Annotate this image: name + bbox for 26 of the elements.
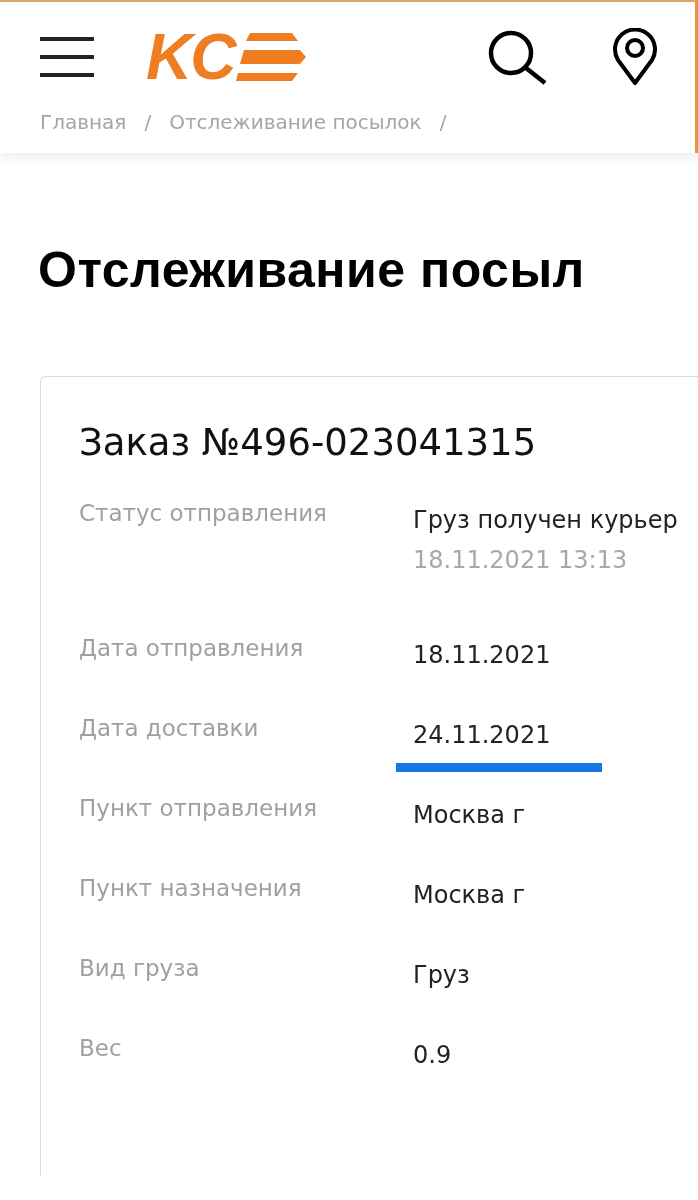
logo-stripes-icon bbox=[236, 33, 307, 81]
search-icon[interactable] bbox=[487, 29, 547, 85]
field-label: Статус отправления bbox=[79, 500, 328, 526]
field-value: 18.11.2021 bbox=[413, 640, 551, 669]
field-label: Пункт назначения bbox=[79, 875, 303, 901]
breadcrumb-separator: / bbox=[439, 110, 447, 134]
breadcrumb-separator: / bbox=[144, 110, 152, 134]
field-label: Дата отправления bbox=[79, 635, 305, 661]
field-label: Пункт отправления bbox=[79, 795, 318, 821]
field-value: Москва г bbox=[413, 800, 526, 829]
status-timestamp: 18.11.2021 13:13 bbox=[413, 546, 628, 574]
field-value: 24.11.2021 bbox=[413, 720, 551, 749]
page-title: Отслеживание посыл bbox=[38, 241, 586, 300]
order-title: Заказ №496-023041315 bbox=[79, 421, 538, 464]
field-label: Дата доставки bbox=[79, 715, 260, 741]
breadcrumb-link[interactable]: Главная bbox=[40, 110, 127, 134]
field-value: Груз bbox=[413, 960, 470, 989]
location-pin-icon[interactable] bbox=[611, 28, 659, 86]
field-label: Вид груза bbox=[79, 955, 201, 981]
menu-icon[interactable] bbox=[40, 35, 94, 79]
logo-text[interactable]: KC bbox=[146, 25, 235, 89]
field-value: Груз получен курьер bbox=[413, 505, 678, 534]
field-value: Москва г bbox=[413, 880, 526, 909]
breadcrumb-link[interactable]: Отслеживание посылок bbox=[169, 110, 422, 134]
field-label: Вес bbox=[79, 1035, 123, 1061]
field-value: 0.9 bbox=[413, 1040, 452, 1069]
